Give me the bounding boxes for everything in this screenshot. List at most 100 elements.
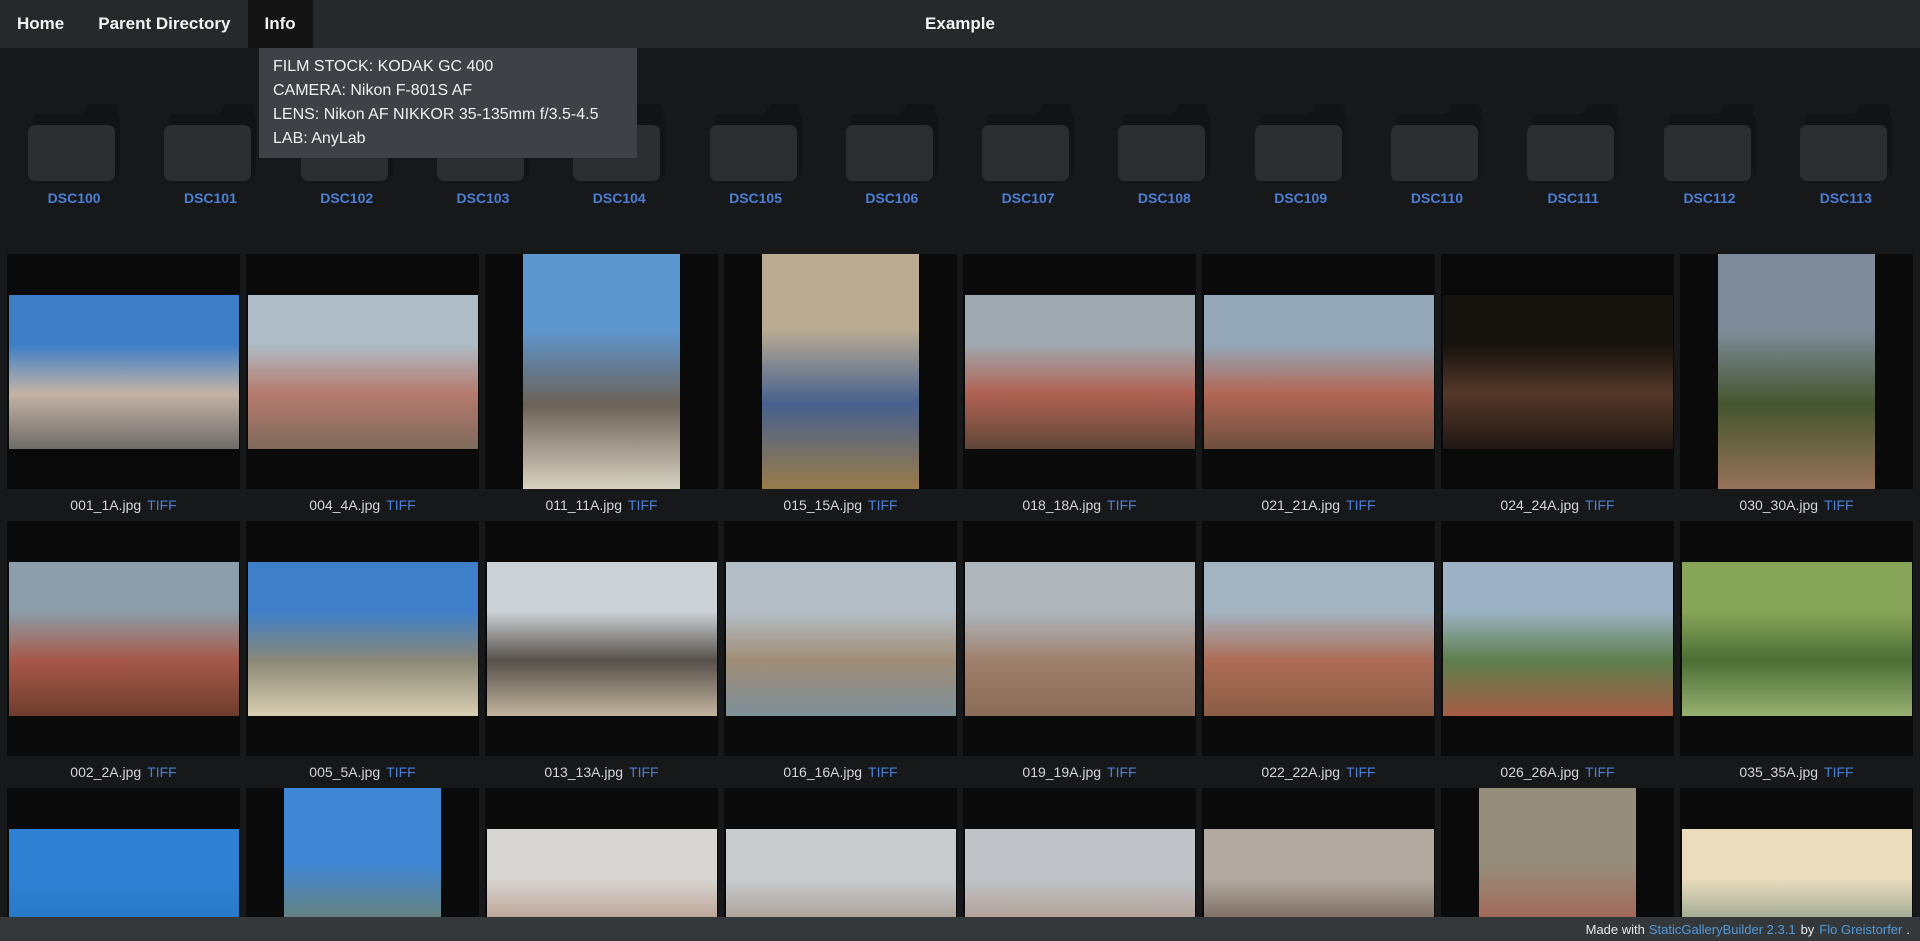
folder-label[interactable]: DSC106: [865, 190, 918, 206]
thumbnail-image[interactable]: [965, 295, 1195, 449]
folder-label[interactable]: DSC108: [1138, 190, 1191, 206]
thumbnail-image[interactable]: [248, 562, 478, 716]
thumbnail-image[interactable]: [1204, 295, 1434, 449]
tiff-link[interactable]: TIFF: [1107, 497, 1137, 513]
tiff-link[interactable]: TIFF: [147, 764, 177, 780]
folder-item[interactable]: DSC111: [1505, 104, 1641, 206]
tiff-link[interactable]: TIFF: [1585, 764, 1615, 780]
thumbnail-link[interactable]: [724, 521, 957, 756]
folder-icon-front: [28, 125, 115, 181]
thumbnail-image[interactable]: [1204, 562, 1434, 716]
photo-cell: 013_13A.jpg TIFF: [485, 521, 718, 788]
folder-label[interactable]: DSC110: [1411, 190, 1463, 206]
thumbnail-image[interactable]: [762, 254, 919, 489]
folder-icon: [1664, 104, 1756, 181]
thumbnail-image[interactable]: [248, 295, 478, 449]
filename-label: 016_16A.jpg: [783, 764, 862, 780]
folder-icon-front: [710, 125, 797, 181]
nav-item-parent-directory[interactable]: Parent Directory: [81, 0, 247, 48]
folder-label[interactable]: DSC105: [729, 190, 782, 206]
nav-tab-info[interactable]: Info: [248, 0, 313, 48]
thumbnail-link[interactable]: [1680, 254, 1913, 489]
tiff-link[interactable]: TIFF: [386, 497, 416, 513]
thumbnail-link[interactable]: [246, 521, 479, 756]
tiff-link[interactable]: TIFF: [1346, 497, 1376, 513]
nav-item-home[interactable]: Home: [0, 0, 81, 48]
tiff-link[interactable]: TIFF: [629, 764, 659, 780]
photo-caption: 016_16A.jpg TIFF: [724, 756, 957, 788]
folder-item[interactable]: DSC109: [1233, 104, 1369, 206]
thumbnail-link[interactable]: [485, 254, 718, 489]
thumbnail-image[interactable]: [965, 562, 1195, 716]
tiff-link[interactable]: TIFF: [1107, 764, 1137, 780]
folder-item[interactable]: DSC105: [687, 104, 823, 206]
folder-item[interactable]: DSC100: [6, 104, 142, 206]
photo-cell: 018_18A.jpg TIFF: [963, 254, 1196, 521]
tiff-link[interactable]: TIFF: [386, 764, 416, 780]
folder-label[interactable]: DSC104: [593, 190, 646, 206]
photo-caption: 002_2A.jpg TIFF: [7, 756, 240, 788]
thumbnail-link[interactable]: [1441, 254, 1674, 489]
builder-link[interactable]: StaticGalleryBuilder 2.3.1: [1649, 922, 1796, 937]
folder-icon: [1391, 104, 1483, 181]
filename-label: 026_26A.jpg: [1500, 764, 1579, 780]
thumbnail-link[interactable]: [1202, 521, 1435, 756]
thumbnail-image[interactable]: [726, 562, 956, 716]
thumbnail-image[interactable]: [9, 562, 239, 716]
thumbnail-image[interactable]: [1443, 562, 1673, 716]
folder-item[interactable]: DSC112: [1641, 104, 1777, 206]
folder-icon: [1800, 104, 1892, 181]
info-panel: FILM STOCK: KODAK GC 400 CAMERA: Nikon F…: [259, 48, 637, 158]
thumbnail-image[interactable]: [1682, 562, 1912, 716]
filename-label: 015_15A.jpg: [783, 497, 862, 513]
folder-item[interactable]: DSC107: [960, 104, 1096, 206]
folder-label[interactable]: DSC100: [48, 190, 101, 206]
folder-label[interactable]: DSC103: [457, 190, 510, 206]
tiff-link[interactable]: TIFF: [1585, 497, 1615, 513]
photo-caption: 015_15A.jpg TIFF: [724, 489, 957, 521]
thumbnail-image[interactable]: [487, 562, 717, 716]
tiff-link[interactable]: TIFF: [868, 764, 898, 780]
thumbnail-link[interactable]: [1680, 521, 1913, 756]
tiff-link[interactable]: TIFF: [1824, 764, 1854, 780]
photo-cell: 004_4A.jpg TIFF: [246, 254, 479, 521]
folder-icon-front: [1255, 125, 1342, 181]
tiff-link[interactable]: TIFF: [1346, 764, 1376, 780]
folder-label[interactable]: DSC107: [1002, 190, 1055, 206]
folder-label[interactable]: DSC102: [320, 190, 373, 206]
filename-label: 013_13A.jpg: [544, 764, 623, 780]
thumbnail-image[interactable]: [523, 254, 680, 489]
thumbnail-image[interactable]: [1718, 254, 1875, 489]
thumbnail-link[interactable]: [246, 254, 479, 489]
folder-label[interactable]: DSC112: [1683, 190, 1735, 206]
tiff-link[interactable]: TIFF: [868, 497, 898, 513]
thumbnail-link[interactable]: [724, 254, 957, 489]
folder-item[interactable]: DSC113: [1778, 104, 1914, 206]
thumbnail-link[interactable]: [1441, 521, 1674, 756]
folder-label[interactable]: DSC109: [1274, 190, 1327, 206]
photo-caption: 024_24A.jpg TIFF: [1441, 489, 1674, 521]
nav-bar: Home Parent Directory Info Example: [0, 0, 1920, 48]
tiff-link[interactable]: TIFF: [147, 497, 177, 513]
photo-cell: 022_22A.jpg TIFF: [1202, 521, 1435, 788]
folder-label[interactable]: DSC111: [1548, 190, 1599, 206]
tiff-link[interactable]: TIFF: [1824, 497, 1854, 513]
folder-item[interactable]: DSC108: [1096, 104, 1232, 206]
folder-item[interactable]: DSC110: [1369, 104, 1505, 206]
thumbnail-image[interactable]: [1443, 295, 1673, 449]
thumbnail-link[interactable]: [1202, 254, 1435, 489]
tiff-link[interactable]: TIFF: [628, 497, 658, 513]
thumbnail-link[interactable]: [485, 521, 718, 756]
author-link[interactable]: Flo Greistorfer: [1819, 922, 1902, 937]
thumbnail-link[interactable]: [963, 521, 1196, 756]
folder-item[interactable]: DSC106: [824, 104, 960, 206]
thumbnail-link[interactable]: [7, 521, 240, 756]
thumbnail-link[interactable]: [963, 254, 1196, 489]
thumbnail-image[interactable]: [9, 295, 239, 449]
info-line-film-stock: FILM STOCK: KODAK GC 400: [273, 55, 623, 79]
folder-label[interactable]: DSC101: [184, 190, 237, 206]
filename-label: 002_2A.jpg: [70, 764, 141, 780]
folder-label[interactable]: DSC113: [1820, 190, 1872, 206]
photo-caption: 011_11A.jpg TIFF: [485, 489, 718, 521]
thumbnail-link[interactable]: [7, 254, 240, 489]
